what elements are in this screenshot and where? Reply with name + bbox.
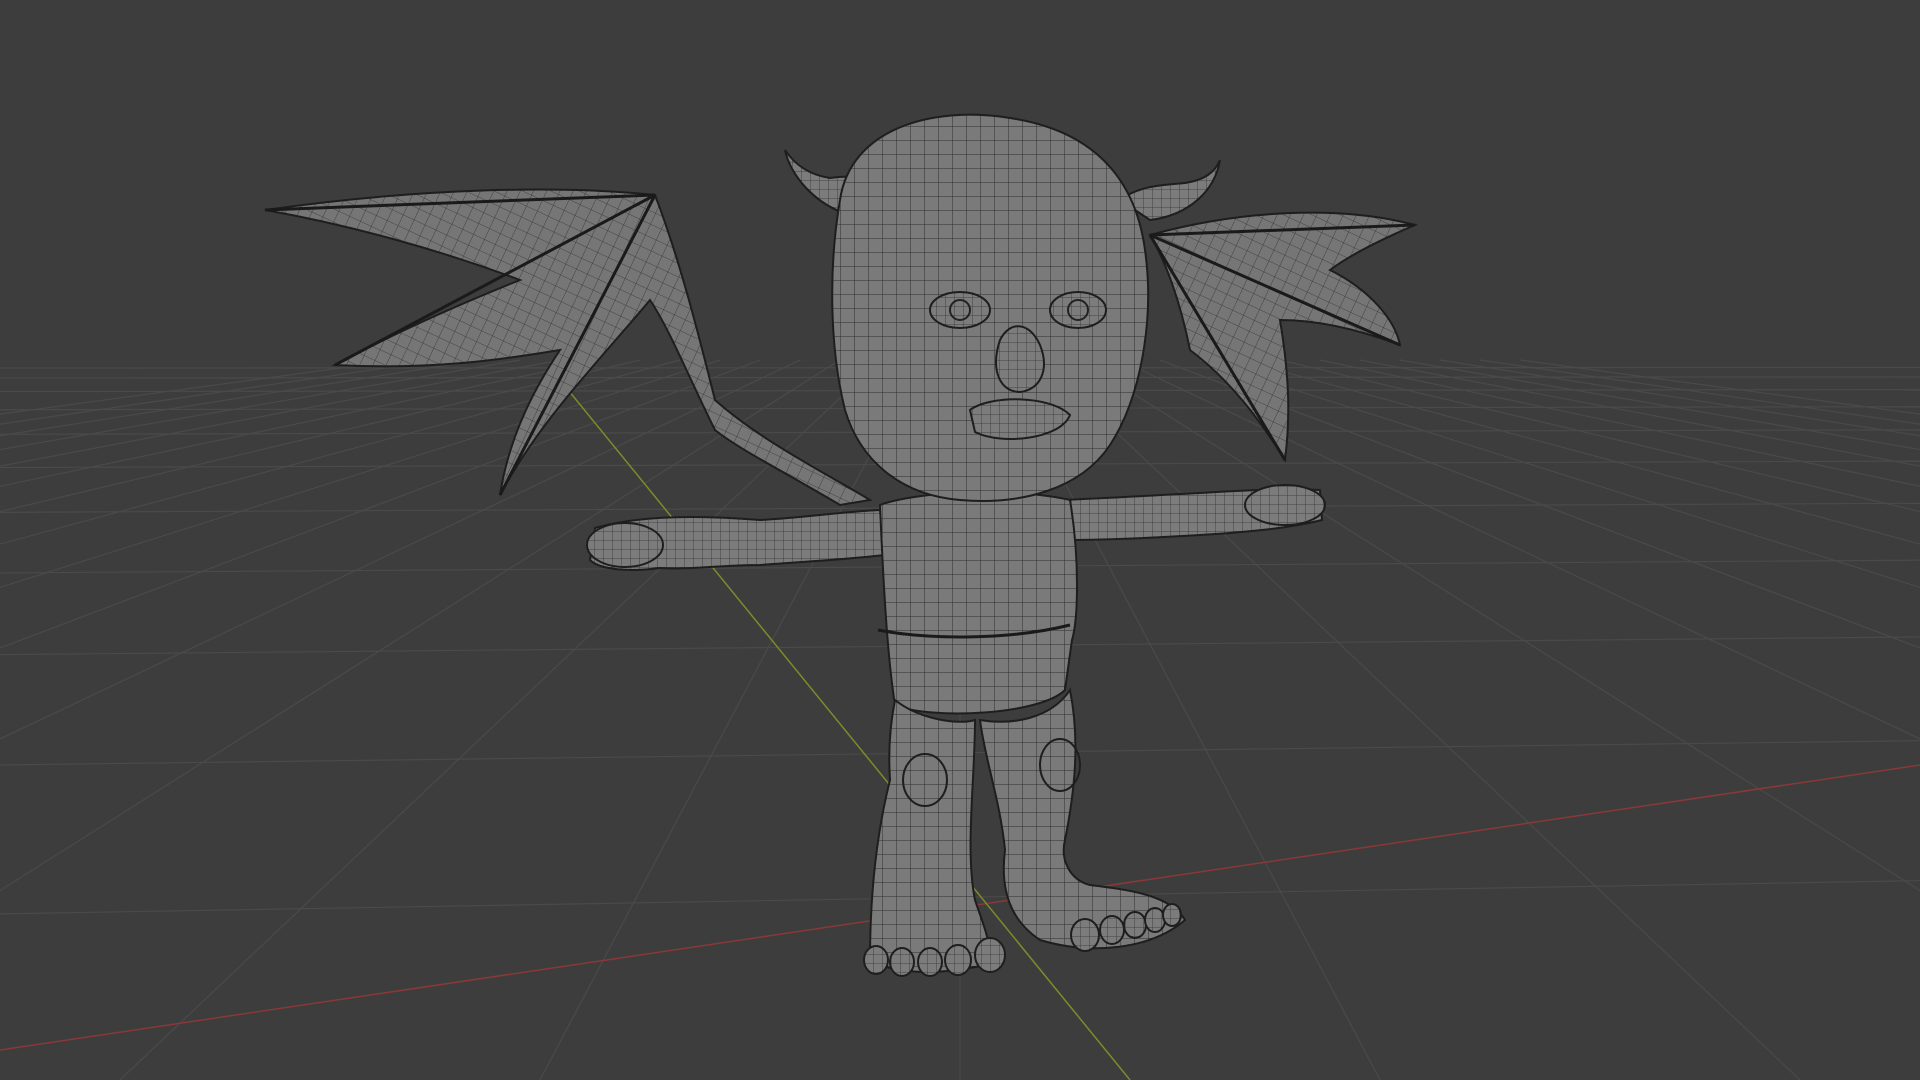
grid-line (1279, 359, 1920, 513)
grid-line (0, 359, 681, 545)
arm-right[interactable] (1058, 484, 1326, 542)
eye-left (929, 291, 991, 329)
eye-right (1049, 291, 1107, 329)
leg-left[interactable] (868, 698, 991, 973)
grid-line (0, 359, 401, 415)
grid-line (1119, 359, 1920, 740)
grid-line (0, 359, 481, 437)
grid-line (1479, 359, 1920, 425)
hand-right (1244, 484, 1326, 526)
torso[interactable] (878, 491, 1078, 715)
grid-line (119, 359, 881, 1080)
grid-line (0, 359, 441, 425)
grid-line (1519, 359, 1920, 415)
wing-right[interactable] (1148, 211, 1419, 463)
hand-left (586, 522, 664, 568)
grid-line (1439, 359, 1920, 437)
grid-line (1199, 359, 1920, 588)
grid-line (1039, 359, 1801, 1080)
grid-line (0, 359, 521, 451)
grid-line (1079, 359, 1920, 892)
arm-left[interactable] (586, 508, 887, 571)
wing-left[interactable] (264, 188, 873, 507)
grid-line (1239, 359, 1920, 545)
grid-line (0, 359, 641, 513)
grid-line (0, 359, 761, 649)
grid-line (1399, 359, 1920, 451)
grid-line (1159, 359, 1920, 649)
grid-line (0, 359, 721, 588)
grid-line (0, 359, 841, 892)
viewport-scene[interactable] (0, 0, 1920, 1080)
grid-line (1319, 359, 1920, 487)
grid-line (0, 359, 801, 740)
creature-model[interactable] (264, 113, 1419, 977)
grid-line (539, 359, 921, 1080)
3d-viewport[interactable] (0, 0, 1920, 1080)
